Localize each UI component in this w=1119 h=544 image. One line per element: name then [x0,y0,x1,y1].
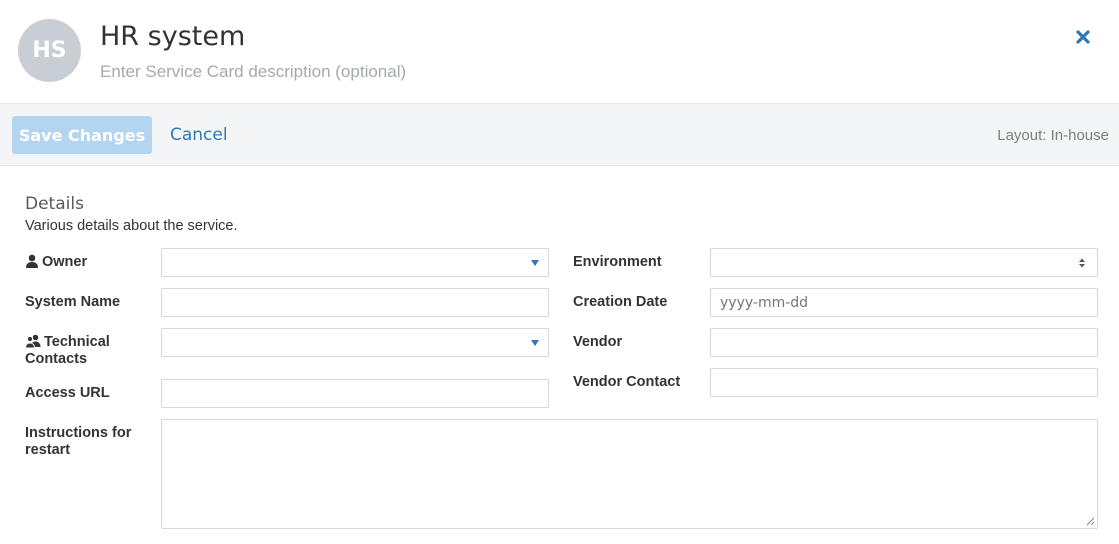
instructions-label-line1: Instructions for [25,425,132,441]
instructions-textarea[interactable] [161,419,1098,529]
user-icon [26,254,38,268]
avatar: HS [18,19,81,82]
vendor-field[interactable] [710,328,1098,357]
vendor-contact-input[interactable] [711,369,1097,396]
description-field[interactable]: Enter Service Card description (optional… [100,61,406,83]
environment-select[interactable] [710,248,1098,277]
access-url-label: Access URL [25,385,110,401]
vendor-contact-field[interactable] [710,368,1098,397]
technical-contacts-label: Technical Contacts [24,334,110,368]
instructions-label: Instructions for restart [25,425,131,459]
vendor-contact-label: Vendor Contact [573,374,681,390]
system-name-input[interactable] [162,289,548,316]
owner-select-input[interactable] [162,249,548,276]
toolbar: Save Changes Cancel Layout: In-house [0,103,1119,166]
environment-label: Environment [573,254,662,270]
vendor-label: Vendor [573,334,623,350]
creation-date-input[interactable] [711,289,1097,316]
creation-date-label: Creation Date [573,294,668,310]
system-name-label: System Name [25,294,121,310]
owner-label-text: Owner [42,254,88,270]
technical-contacts-label-line1: Technical [44,334,110,350]
close-icon[interactable] [1072,26,1094,48]
page-title[interactable]: HR system [100,20,245,54]
system-name-field[interactable] [161,288,549,317]
chevron-down-icon [531,260,539,266]
section-subtitle: Various details about the service. [25,218,238,234]
owner-label: Owner [25,254,87,271]
layout-indicator: Layout: In-house [997,127,1109,144]
users-icon [24,334,41,349]
chevron-down-icon [531,340,539,346]
technical-contacts-input[interactable] [162,329,548,356]
owner-select[interactable] [161,248,549,277]
technical-contacts-label-line2: Contacts [25,351,88,367]
technical-contacts-select[interactable] [161,328,549,357]
environment-select-input[interactable] [711,249,1097,276]
card-header: HS HR system Enter Service Card descript… [0,0,1119,103]
save-changes-button[interactable]: Save Changes [12,116,152,154]
instructions-label-line2: restart [25,442,71,458]
creation-date-field[interactable] [710,288,1098,317]
resize-grip-icon[interactable] [1085,516,1095,526]
sort-arrows-icon [1079,258,1085,268]
section-title: Details [25,194,84,214]
access-url-input[interactable] [162,380,548,407]
cancel-button[interactable]: Cancel [170,124,228,146]
access-url-field[interactable] [161,379,549,408]
vendor-input[interactable] [711,329,1097,356]
